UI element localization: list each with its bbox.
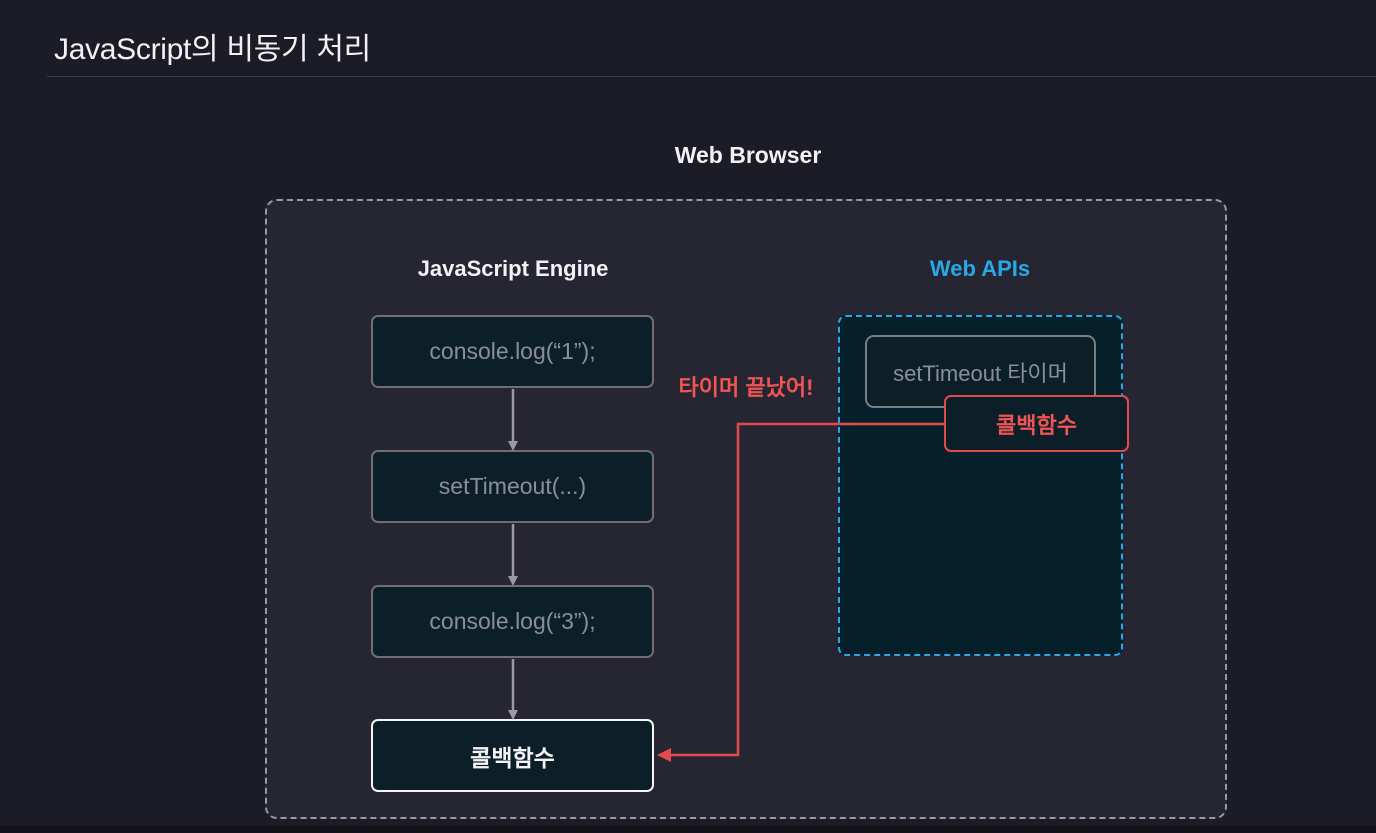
web-browser-label: Web Browser [674, 142, 822, 168]
web-apis-label: Web APIs [929, 256, 1031, 281]
page-title: JavaScript의 비동기 처리 [54, 33, 371, 66]
slide: JavaScript의 비동기 처리 Web Browser JavaScrip… [0, 0, 1376, 833]
web-api-callback-box: 콜백함수 [944, 395, 1129, 452]
javascript-engine-label: JavaScript Engine [417, 256, 609, 281]
timer-done-annotation: 타이머 끝났어! [678, 375, 814, 400]
engine-step-callback: 콜백함수 [371, 719, 654, 792]
engine-step-set-timeout: setTimeout(...) [371, 450, 654, 523]
title-divider [47, 76, 1376, 77]
bottom-strip [0, 826, 1376, 833]
engine-step-console-log-1: console.log(“1”); [371, 315, 654, 388]
engine-step-console-log-3: console.log(“3”); [371, 585, 654, 658]
